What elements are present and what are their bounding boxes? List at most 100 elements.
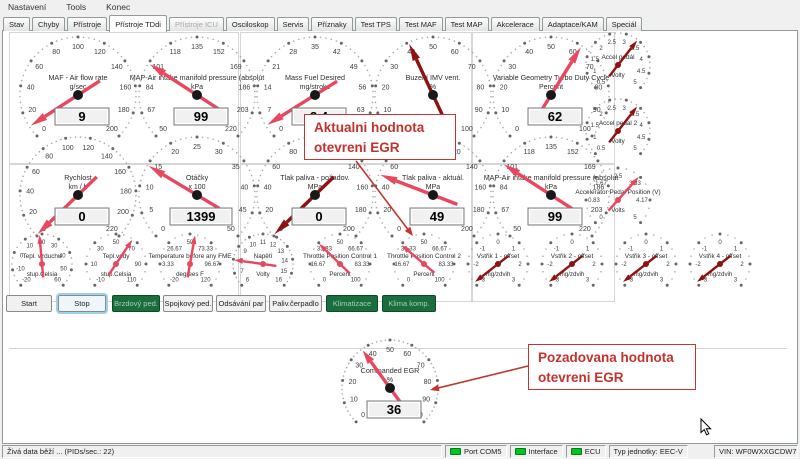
gauge-tick-label: 2: [666, 262, 670, 268]
gauge-tick-label: 1: [586, 246, 590, 252]
gauge-tick-label: 40: [27, 85, 35, 92]
gauge-tick-label: 4.17: [636, 198, 648, 204]
button-klimatizace[interactable]: Klimatizace: [326, 295, 378, 312]
gauge-commanded-egr: 0102030405060708090100Commanded EGR%36: [341, 339, 439, 424]
gauge-tick-label: 60: [272, 164, 280, 171]
gauge-tick-label: -10: [16, 266, 25, 272]
gauge-tick-label: -1: [702, 246, 708, 252]
gauge-tick-label: 160: [357, 185, 369, 192]
gauge-tick-label: 30: [51, 244, 58, 250]
tab-p-znaky[interactable]: Příznaky: [311, 17, 352, 31]
gauge-vstrik-2: -3-2-10123Vstřik 2 - offsetmg/zdvih: [541, 233, 604, 287]
status-label: Port COM5: [464, 447, 502, 456]
gauge-tick-label: 20: [171, 149, 179, 156]
gauge-tick-label: 0.5: [597, 146, 606, 152]
tab-stav[interactable]: Stav: [3, 17, 30, 31]
tab-adaptace-kam[interactable]: Adaptace/KAM: [542, 17, 604, 31]
gauge-tick-label: 200: [106, 126, 118, 133]
gauge-tick-label: 80: [45, 154, 53, 161]
button-stop[interactable]: Stop: [58, 295, 106, 312]
gauge-unit: Volty: [611, 72, 625, 79]
tab-akcelerace[interactable]: Akcelerace: [491, 17, 540, 31]
gauge-tick-label: 3.33: [162, 262, 174, 268]
button-klima-komp[interactable]: Klima komp.: [382, 295, 436, 312]
status-unit-type: Typ jednotky: EEC-V: [609, 445, 688, 458]
gauge-unit: Volty: [611, 138, 625, 145]
status-port-com5: Port COM5: [445, 445, 507, 458]
gauge-tick-label: 25: [193, 144, 201, 151]
button-paliv-erpadlo[interactable]: Paliv.čerpadlo: [269, 295, 322, 312]
button-start[interactable]: Start: [6, 295, 52, 312]
gauge-needle: [147, 163, 222, 212]
gauge-vstrik-3: -3-2-10123Vstřik 3 - offsetmg/zdvih: [615, 233, 678, 287]
tab-chyby[interactable]: Chyby: [32, 17, 65, 31]
gauge-rychlost: 020406080100120140160180200220Rychlostkm…: [19, 136, 138, 237]
gauge-tick-label: 6: [246, 278, 250, 284]
gauge-tick-label: 7: [240, 269, 244, 275]
gauge-tick-label: 1: [660, 246, 664, 252]
gauge-tick-label: 50: [429, 44, 437, 51]
gauge-value: 62: [548, 109, 562, 124]
button-ods-v-n-par[interactable]: Odsávání par: [216, 295, 266, 312]
gauge-tick-label: 20: [383, 207, 391, 214]
gauge-tick-label: 16: [275, 278, 282, 284]
menu-nastaven[interactable]: Nastavení: [6, 1, 48, 15]
tab-p-stroje-tddi[interactable]: Přístroje TDdi: [109, 15, 167, 32]
gauge-tick-label: 84: [500, 185, 508, 192]
gauge-tick-label: 28: [289, 49, 297, 56]
gauge-tick-label: 220: [579, 226, 591, 233]
gauge-tick-label: 140: [101, 154, 113, 161]
tab-servis[interactable]: Servis: [277, 17, 310, 31]
gauge-napeti: 678910111213141516NapětíVolty: [232, 233, 294, 287]
gauge-value: 0: [78, 209, 85, 224]
gauge-title: Vstřik 3 - offset: [625, 253, 668, 260]
tab-test-maf[interactable]: Test MAF: [399, 17, 443, 31]
gauge-value: 99: [194, 109, 208, 124]
gauge-tick-label: 2: [592, 262, 596, 268]
gauge-tick-label: 80: [477, 85, 485, 92]
gauge-tepl-vody: -101030507090110Tepl.vodystup.Celsia: [85, 233, 148, 287]
gauge-tick-label: 220: [225, 126, 237, 133]
button-brzdov-ped[interactable]: Brzdový ped.: [112, 295, 160, 312]
gauge-tick-label: 180: [120, 189, 132, 196]
gauge-tick-label: 100: [72, 44, 84, 51]
gauge-tick-label: 20: [382, 85, 390, 92]
tab-test-tps[interactable]: Test TPS: [355, 17, 397, 31]
gauge-vstrik-1: -3-2-10123Vstřik 1 - offsetmg/zdvih: [467, 233, 530, 287]
tab-speci-l[interactable]: Speciál: [606, 17, 643, 31]
gauge-tick-label: 40: [241, 185, 249, 192]
gauge-value: 49: [430, 209, 444, 224]
gauge-title: Buzení IMV vent.: [406, 73, 461, 82]
tab-osciloskop[interactable]: Osciloskop: [226, 17, 275, 31]
gauge-tick-label: -1: [554, 246, 560, 252]
button-spojkov-ped[interactable]: Spojkový ped.: [163, 295, 213, 312]
gauge-value: 1399: [187, 209, 216, 224]
gauge-tick-label: 40: [382, 185, 390, 192]
gauge-tick-label: 7: [267, 107, 271, 114]
gauge-tick-label: 96.67: [204, 262, 220, 268]
gauge-tick-label: 2: [599, 112, 603, 118]
gauge-tick-label: -2: [547, 262, 553, 268]
annotation-line: otevreni EGR: [538, 368, 686, 388]
gauge-title: Napětí: [254, 253, 273, 260]
gauge-tick-label: 203: [237, 107, 249, 114]
gauge-tick-label: 0: [718, 240, 722, 246]
gauge-tick-label: 180: [473, 207, 485, 214]
gauge-tick-label: -20: [170, 278, 179, 284]
annotation-line: otevreni EGR: [314, 138, 446, 158]
tab-test-map[interactable]: Test MAP: [445, 17, 489, 31]
gauge-title: Vstřik 4 - offset: [699, 253, 742, 260]
gauge-maf: 020406080100120140160180200MAF - Air flo…: [19, 36, 137, 138]
gauge-unit: Percent: [539, 84, 563, 91]
tab-p-stroje[interactable]: Přístroje: [67, 17, 107, 31]
gauge-tick-label: 3: [586, 278, 590, 284]
gauge-tick-label: 4.5: [637, 135, 646, 141]
gauge-value: 99: [548, 209, 562, 224]
menu-tools[interactable]: Tools: [64, 1, 88, 15]
gauge-tick-label: 0: [279, 126, 283, 133]
gauge-tick-label: 100: [62, 145, 74, 152]
gauge-tick-label: 1: [734, 246, 738, 252]
menu-konec[interactable]: Konec: [104, 1, 132, 15]
gauge-tick-label: 220: [106, 226, 118, 233]
gauge-tick-label: 10: [383, 107, 391, 114]
